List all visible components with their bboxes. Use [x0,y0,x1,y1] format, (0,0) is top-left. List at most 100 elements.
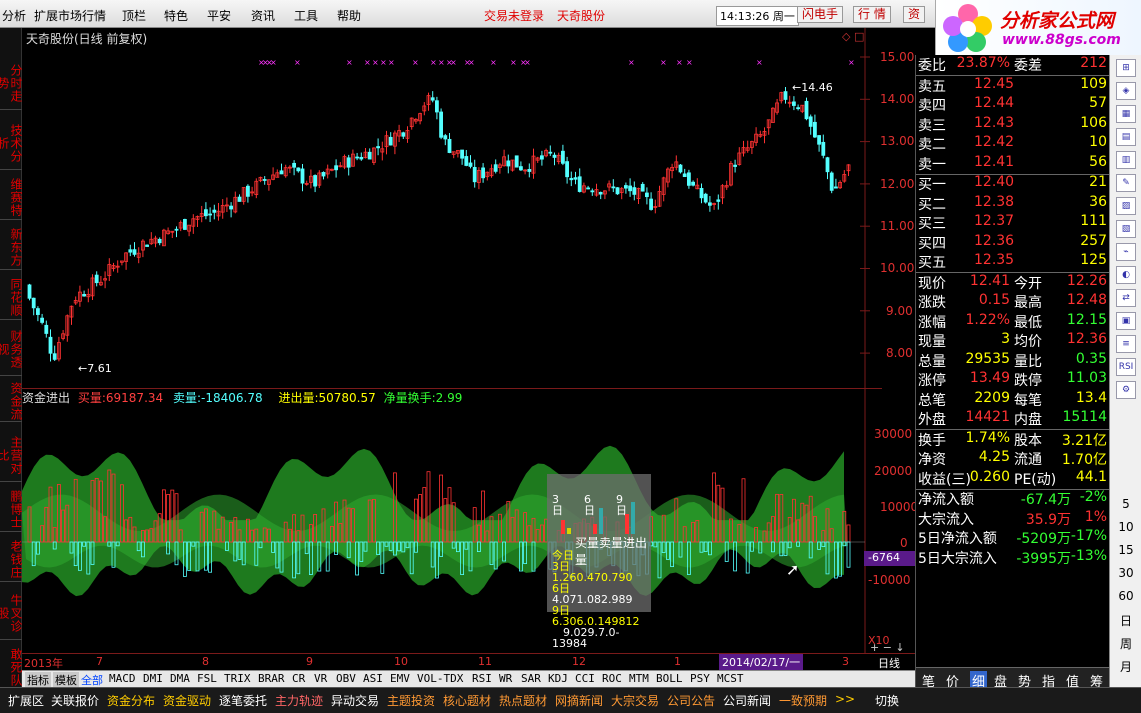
chart-title: 天奇股份(日线 前复权) [26,32,148,46]
period-button[interactable]: 10 [1110,520,1141,534]
bottom-tab[interactable]: 一致预期 [779,692,827,709]
period-button[interactable]: 30 [1110,566,1141,580]
grid-icon[interactable]: ⊞ [1116,59,1136,77]
square-icon[interactable]: ▣ [1116,312,1136,330]
period-button[interactable]: 15 [1110,543,1141,557]
indicator-tab[interactable]: MACD [109,672,136,685]
menu-pingan[interactable]: 平安 [207,7,231,24]
indicator-tab[interactable]: EMV [390,672,410,685]
tab-gansidui[interactable]: 敢死队 [0,646,23,690]
bottom-tab[interactable]: 关联报价 [51,692,99,709]
bottom-tab[interactable]: >> [835,692,855,706]
bottom-tab[interactable]: 主力轨迹 [275,692,323,709]
indicator-tab[interactable]: SAR [521,672,541,685]
tab-business[interactable]: 主营对比 [0,430,23,482]
list-icon[interactable]: ▤ [1116,128,1136,146]
bottom-tab[interactable]: 网摘新闻 [555,692,603,709]
bottom-tab[interactable]: 主题投资 [387,692,435,709]
indicator-tab[interactable]: BOLL [656,672,683,685]
period-label[interactable]: 日线 [878,655,900,671]
bars-icon[interactable]: ▥ [1116,151,1136,169]
indicator-tab[interactable]: DMA [170,672,190,685]
login-status[interactable]: 交易未登录 [484,7,544,24]
indicator-tab[interactable]: MCST [717,672,744,685]
bottom-tab[interactable]: 核心题材 [443,692,491,709]
chart-area[interactable]: × × × × × × × × × × × × × × × × × × × × × × × × × × × 天奇股份(日线 前复权)… [22,28,918,688]
period-button[interactable]: 日 [1110,612,1141,629]
bottom-tab[interactable]: 公司公告 [667,692,715,709]
bottom-tab[interactable]: 资金分布 [107,692,155,709]
bottom-tab[interactable]: 热点题材 [499,692,547,709]
quote-button[interactable]: 行 情 [853,6,891,23]
menu-extended-market[interactable]: 扩展市场行情 [34,7,106,24]
period-button[interactable]: 周 [1110,635,1141,652]
indicator-tab[interactable]: MTM [629,672,649,685]
tab-technical[interactable]: 技术分析 [0,118,23,170]
menu-news[interactable]: 资讯 [251,7,275,24]
indicator-tab[interactable]: TRIX [224,672,251,685]
tab-tonghuashun[interactable]: 同花顺 [0,276,23,320]
indicator-tab[interactable]: RSI [472,672,492,685]
indicator-tab[interactable]: VOL-TDX [417,672,463,685]
box-icon[interactable]: ▧ [1116,220,1136,238]
bottom-tab[interactable]: 逐笔委托 [219,692,267,709]
indicator-tab[interactable]: BRAR [258,672,285,685]
indicator-tab[interactable]: CCI [575,672,595,685]
indicator-tab[interactable]: FSL [197,672,217,685]
chart-controls-icon[interactable]: ◇ □ [842,30,864,43]
info-button[interactable]: 资 [903,6,926,23]
bottom-tab[interactable]: 异动交易 [331,692,379,709]
tab-weisaite[interactable]: 维赛特 [0,176,23,220]
indicator-tab[interactable]: 模板 [53,672,79,688]
menu-topbar[interactable]: 顶栏 [122,7,146,24]
period-button[interactable]: 月 [1110,658,1141,675]
menu-icon[interactable]: ≡ [1116,335,1136,353]
candle-body [792,101,796,106]
pen-icon[interactable]: ✎ [1116,174,1136,192]
indicator-tab[interactable]: PSY [690,672,710,685]
indicator-tab[interactable]: 全部 [81,672,103,688]
diamond-icon[interactable]: ◈ [1116,82,1136,100]
indicator-tab[interactable]: ROC [602,672,622,685]
tab-xindongfang[interactable]: 新东方 [0,226,23,270]
menu-features[interactable]: 特色 [164,7,188,24]
zoom-arrows-icon[interactable]: + − ↓ [870,641,905,654]
table-icon[interactable]: ▦ [1116,105,1136,123]
flash-trade-button[interactable]: 闪电手 [797,6,844,23]
swap-icon[interactable]: ⇄ [1116,289,1136,307]
bottom-tab[interactable]: 公司新闻 [723,692,771,709]
rsi-icon[interactable]: RSI [1116,358,1136,376]
gear-icon[interactable]: ⚙ [1116,381,1136,399]
candle-body [346,157,351,168]
tab-niucha[interactable]: 牛叉诊股 [0,588,23,640]
kline-svg[interactable]: ×××× × × × × × × × × × ×× ×× × × ×× × × × × × × [22,28,915,670]
tab-laoqianzhuang[interactable]: 老钱庄 [0,538,23,582]
bottom-tab[interactable]: 资金驱动 [163,692,211,709]
quote-cell: 1% [1084,508,1107,525]
bottom-tab[interactable]: 大宗交易 [611,692,659,709]
tab-pengboshi[interactable]: 鹏博士 [0,488,23,532]
indicator-tab[interactable]: DMI [143,672,163,685]
half-circle-icon[interactable]: ◐ [1116,266,1136,284]
wave-icon[interactable]: ⌁ [1116,243,1136,261]
quote-cell: 买二 [918,196,946,213]
indicator-tab[interactable]: 指标 [25,672,51,688]
tab-fundflow[interactable]: 资金流 [0,382,23,422]
bottom-tab[interactable]: 扩展区 [8,692,44,709]
indicator-tab[interactable]: WR [499,672,512,685]
period-button[interactable]: 60 [1110,589,1141,603]
indicator-tab[interactable]: VR [314,672,327,685]
menu-help[interactable]: 帮助 [337,7,361,24]
indicator-tab[interactable]: KDJ [548,672,568,685]
tab-intraday[interactable]: 分时走势 [0,58,23,110]
hatch-icon[interactable]: ▨ [1116,197,1136,215]
menu-tools[interactable]: 工具 [294,7,318,24]
switch-button[interactable]: 切换 [875,692,899,709]
candle-body [796,107,800,110]
menu-analysis[interactable]: 分析 [2,7,26,24]
period-button[interactable]: 5 [1110,497,1141,511]
indicator-tab[interactable]: CR [292,672,305,685]
indicator-tab[interactable]: OBV [336,672,356,685]
tab-finance[interactable]: 财务透视 [0,324,23,376]
indicator-tab[interactable]: ASI [363,672,383,685]
